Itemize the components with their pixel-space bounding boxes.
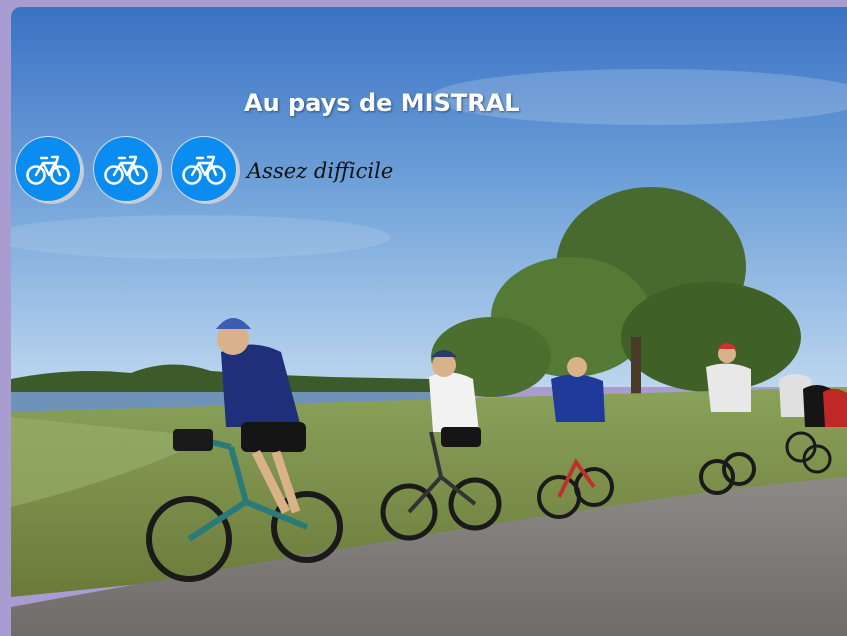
page-frame: Au pays de MISTRAL Assez difficile bbox=[0, 0, 847, 636]
bicycle-icon bbox=[93, 136, 159, 202]
route-title-text: Au pays de MISTRAL bbox=[244, 89, 520, 117]
cycling-photo: Au pays de MISTRAL Assez difficile bbox=[11, 7, 847, 636]
bicycle-icon bbox=[171, 136, 237, 202]
difficulty-badges bbox=[11, 133, 249, 205]
bicycle-icon bbox=[15, 136, 81, 202]
difficulty-label: Assez difficile bbox=[247, 159, 394, 183]
